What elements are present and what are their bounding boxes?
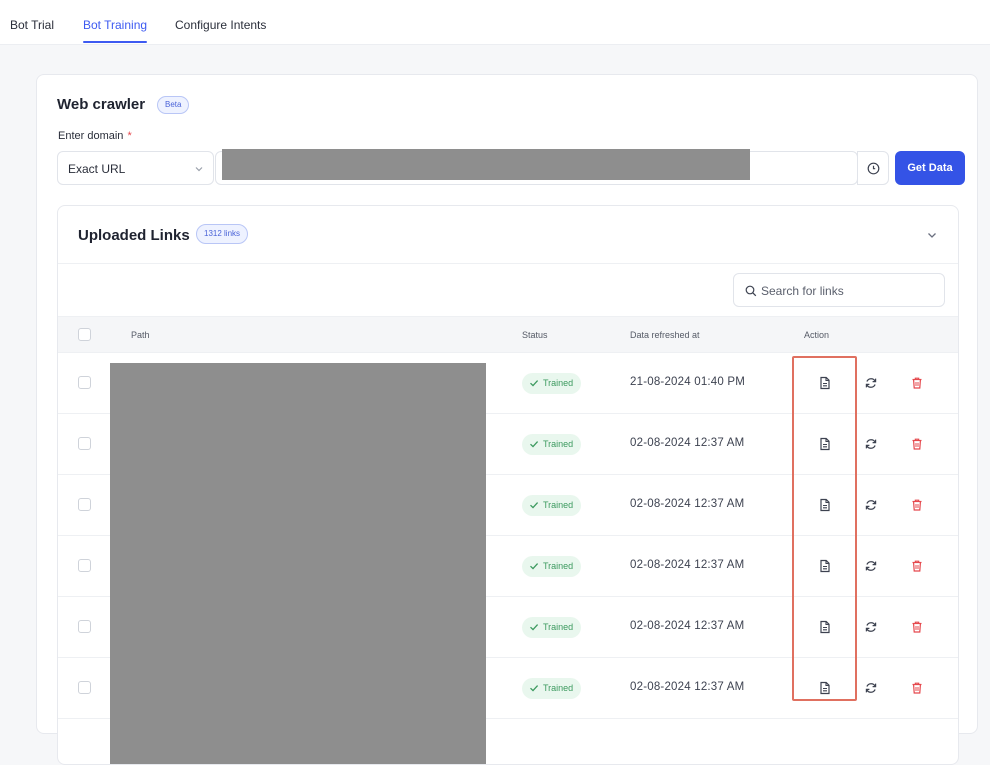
- status-badge: Trained: [522, 495, 582, 516]
- document-icon[interactable]: [817, 497, 833, 513]
- row-checkbox[interactable]: [78, 559, 91, 572]
- uploaded-links-header[interactable]: Uploaded Links 1312 links: [58, 206, 958, 264]
- status-text: Trained: [543, 500, 574, 510]
- status-text: Trained: [543, 378, 574, 388]
- row-checkbox[interactable]: [78, 620, 91, 633]
- help-circle-icon: [867, 162, 880, 175]
- uploaded-links-panel: Uploaded Links 1312 links Path Status Da…: [57, 205, 959, 765]
- check-icon: [530, 502, 539, 509]
- refresh-icon[interactable]: [863, 375, 879, 391]
- status-text: Trained: [543, 561, 574, 571]
- refreshed-at: 02-08-2024 12:37 AM: [630, 559, 745, 571]
- status-badge: Trained: [522, 373, 582, 394]
- domain-url-input[interactable]: [215, 149, 858, 185]
- trash-icon[interactable]: [909, 680, 925, 696]
- web-crawler-card: Web crawler Beta Enter domain * Exact URL…: [36, 74, 978, 765]
- refreshed-at: 02-08-2024 12:37 AM: [630, 498, 745, 510]
- refreshed-at: 21-08-2024 01:40 PM: [630, 376, 746, 388]
- uploaded-links-title: Uploaded Links: [78, 227, 190, 244]
- get-data-button[interactable]: Get Data: [895, 151, 965, 185]
- row-checkbox[interactable]: [78, 437, 91, 450]
- column-refreshed: Data refreshed at: [630, 330, 700, 340]
- row-checkbox[interactable]: [78, 681, 91, 694]
- trash-icon[interactable]: [909, 558, 925, 574]
- tab-bot-trial[interactable]: Bot Trial: [10, 18, 54, 32]
- tab-bot-training[interactable]: Bot Training: [83, 18, 148, 43]
- trash-icon[interactable]: [909, 436, 925, 452]
- enter-domain-label: Enter domain *: [58, 130, 132, 142]
- search-icon: [745, 285, 757, 297]
- refreshed-at: 02-08-2024 12:37 AM: [630, 620, 745, 632]
- status-text: Trained: [543, 622, 574, 632]
- row-checkbox[interactable]: [78, 376, 91, 389]
- chevron-down-icon[interactable]: [926, 229, 938, 241]
- refresh-icon[interactable]: [863, 558, 879, 574]
- refresh-icon[interactable]: [863, 436, 879, 452]
- refreshed-at: 02-08-2024 12:37 AM: [630, 437, 745, 449]
- check-icon: [530, 563, 539, 570]
- refresh-icon[interactable]: [863, 619, 879, 635]
- row-checkbox[interactable]: [78, 498, 91, 511]
- help-button[interactable]: [857, 151, 889, 185]
- web-crawler-title: Web crawler: [57, 96, 146, 113]
- status-badge: Trained: [522, 434, 582, 455]
- status-badge: Trained: [522, 556, 582, 577]
- refresh-icon[interactable]: [863, 680, 879, 696]
- document-icon[interactable]: [817, 680, 833, 696]
- document-icon[interactable]: [817, 375, 833, 391]
- status-badge: Trained: [522, 617, 582, 638]
- top-tab-bar: Bot Trial Bot Training Configure Intents: [0, 0, 990, 45]
- status-text: Trained: [543, 683, 574, 693]
- document-icon[interactable]: [817, 619, 833, 635]
- check-icon: [530, 624, 539, 631]
- status-badge: Trained: [522, 678, 582, 699]
- check-icon: [530, 441, 539, 448]
- redacted-paths: [110, 363, 486, 764]
- tab-configure-intents[interactable]: Configure Intents: [175, 18, 266, 32]
- check-icon: [530, 685, 539, 692]
- trash-icon[interactable]: [909, 619, 925, 635]
- links-count-badge: 1312 links: [196, 224, 249, 244]
- search-input[interactable]: [761, 282, 936, 300]
- redacted-url: [222, 149, 750, 180]
- required-mark: *: [127, 130, 132, 142]
- column-action: Action: [804, 330, 830, 340]
- status-text: Trained: [543, 439, 574, 449]
- match-type-value: Exact URL: [68, 162, 126, 176]
- table-header: Path Status Data refreshed at Action: [58, 316, 958, 353]
- beta-badge: Beta: [157, 96, 190, 114]
- chevron-down-icon: [195, 167, 203, 172]
- refreshed-at: 02-08-2024 12:37 AM: [630, 681, 745, 693]
- match-type-select[interactable]: Exact URL: [57, 151, 214, 185]
- enter-domain-label-text: Enter domain: [58, 130, 124, 142]
- document-icon[interactable]: [817, 436, 833, 452]
- trash-icon[interactable]: [909, 497, 925, 513]
- select-all-checkbox[interactable]: [78, 328, 91, 341]
- refresh-icon[interactable]: [863, 497, 879, 513]
- search-links[interactable]: [733, 273, 945, 307]
- column-path: Path: [131, 330, 150, 340]
- check-icon: [530, 380, 539, 387]
- document-icon[interactable]: [817, 558, 833, 574]
- column-status: Status: [522, 330, 548, 340]
- trash-icon[interactable]: [909, 375, 925, 391]
